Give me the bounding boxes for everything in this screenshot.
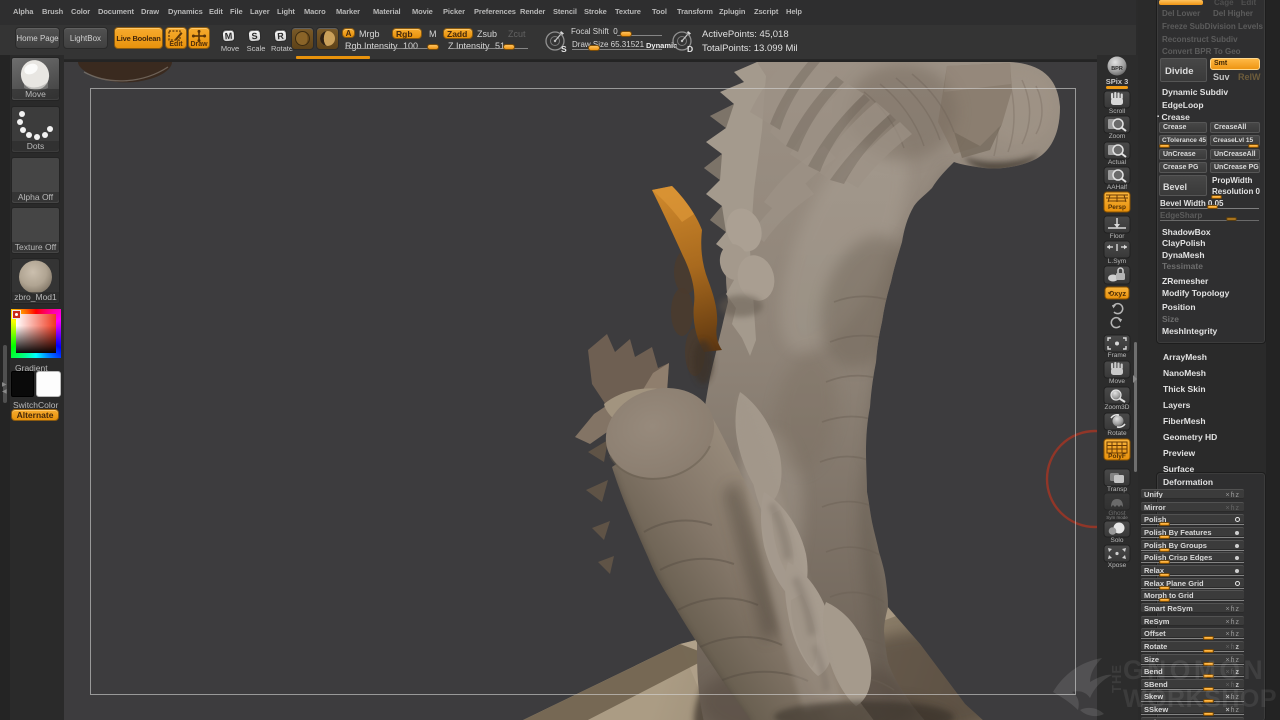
svg-text:SPix 3: SPix 3	[1106, 77, 1129, 86]
svg-text:S: S	[561, 44, 567, 54]
svg-text:L.Sym: L.Sym	[1108, 258, 1126, 265]
svg-text:Frame: Frame	[1108, 352, 1127, 359]
svg-text:Solo: Solo	[1110, 537, 1123, 544]
svg-text:⟲xyz: ⟲xyz	[1108, 289, 1127, 298]
svg-text:BPR: BPR	[1111, 66, 1123, 72]
svg-text:Persp: Persp	[1108, 204, 1126, 211]
svg-text:Actual: Actual	[1108, 159, 1127, 166]
svg-text:Xpose: Xpose	[1108, 562, 1127, 569]
svg-text:D: D	[687, 44, 693, 54]
svg-text:Sym mode: Sym mode	[1106, 515, 1128, 520]
svg-text:Zoom: Zoom	[1109, 133, 1126, 140]
svg-text:Floor: Floor	[1110, 233, 1126, 240]
svg-text:Scroll: Scroll	[1109, 108, 1126, 115]
svg-text:Rotate: Rotate	[1107, 430, 1127, 437]
svg-text:Move: Move	[1109, 378, 1125, 385]
svg-text:AAHalf: AAHalf	[1107, 184, 1127, 191]
svg-text:Transp: Transp	[1107, 486, 1127, 493]
svg-text:Zoom3D: Zoom3D	[1105, 404, 1130, 411]
svg-text:PolyF: PolyF	[1108, 453, 1126, 460]
